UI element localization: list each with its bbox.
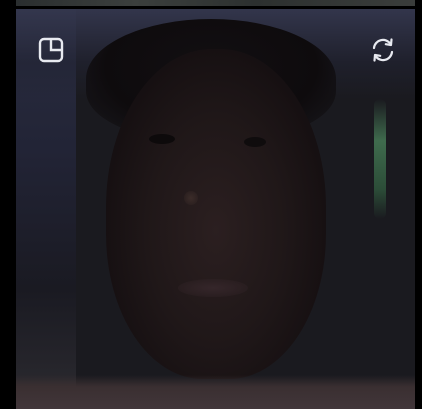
previous-video-tile — [16, 0, 415, 6]
camera-video-feed[interactable] — [16, 9, 415, 409]
switch-camera-icon — [372, 38, 394, 62]
participant-face — [106, 49, 326, 379]
headphone — [374, 99, 386, 219]
video-call-screen — [0, 0, 422, 409]
switch-camera-button[interactable] — [366, 33, 400, 67]
picture-in-picture-icon — [38, 37, 64, 63]
picture-in-picture-button[interactable] — [34, 33, 68, 67]
